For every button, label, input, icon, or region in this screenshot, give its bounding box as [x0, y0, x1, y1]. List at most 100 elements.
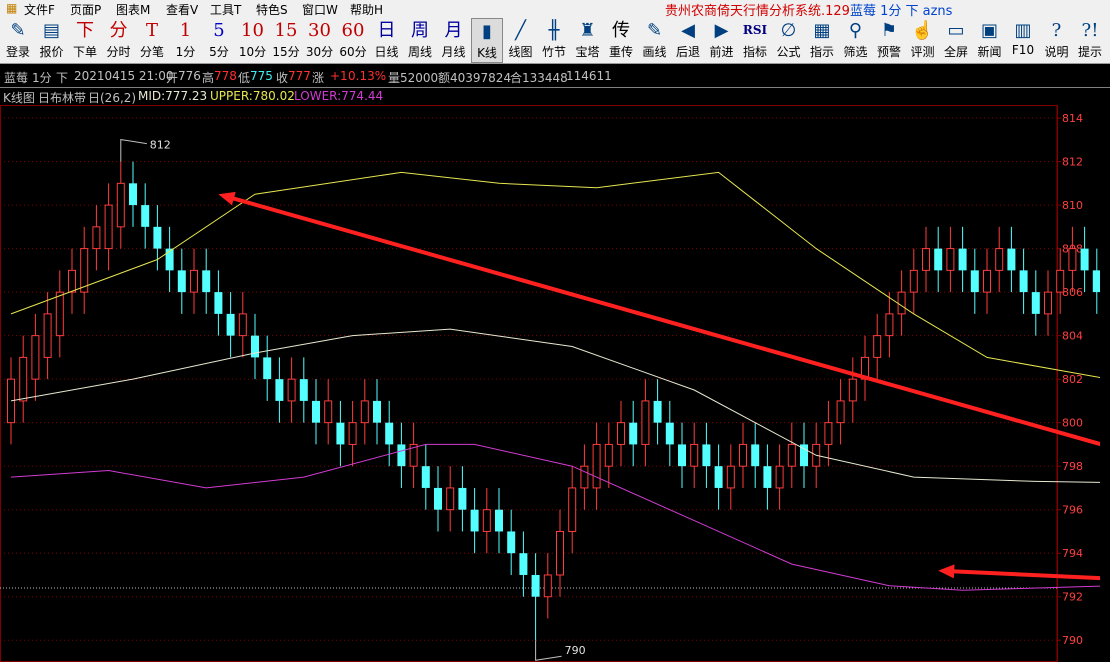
candle-body-up	[1068, 248, 1077, 271]
toolbar-f10-button[interactable]: ▥ F10	[1007, 18, 1039, 63]
y-tick-label: 794	[1062, 547, 1083, 560]
menu-page[interactable]: 页面P	[70, 1, 101, 18]
candle-body-down	[214, 292, 223, 314]
legend-kline[interactable]: K线图	[3, 89, 35, 106]
toolbar-news-button[interactable]: ▣ 新闻	[974, 18, 1006, 63]
toolbar-quote-button[interactable]: ▤ 报价	[36, 18, 68, 63]
candle-body-down	[970, 270, 979, 293]
max-price-label: 812	[150, 139, 171, 152]
info-name: 蓝莓	[4, 71, 29, 85]
menu-view[interactable]: 查看V	[166, 1, 198, 18]
candle-body-down	[1092, 270, 1100, 293]
candle-body-up	[55, 291, 64, 337]
candle-body-up	[43, 313, 52, 358]
toolbar-evaluate-button[interactable]: ☝ 评测	[907, 18, 939, 63]
quote-icon: ▤	[42, 20, 60, 41]
toolbar-linechart-button[interactable]: ╱ 线图	[505, 18, 537, 63]
candle-body-up	[1056, 269, 1065, 293]
candle-body-down	[1007, 248, 1016, 271]
legend-boll[interactable]: 日布林带	[38, 89, 86, 106]
toolbar-monthly-button[interactable]: 月月线	[438, 18, 470, 63]
info-open-label: 开	[166, 71, 179, 85]
toolbar-filter-button[interactable]: ⚲ 筛选	[840, 18, 872, 63]
menu-chart[interactable]: 图表M	[116, 1, 150, 18]
toolbar-order-button[interactable]: 下下单	[69, 18, 101, 63]
candle-body-up	[568, 487, 577, 532]
y-tick-label: 796	[1062, 504, 1083, 517]
toolbar-alert-button[interactable]: ⚑ 预警	[873, 18, 905, 63]
candle-body-up	[556, 530, 564, 576]
candle-body-down	[251, 335, 259, 358]
1min-icon: 1	[179, 20, 192, 41]
toolbar-timeshare-button[interactable]: 分分时	[103, 18, 135, 63]
candle-body-up	[641, 400, 650, 445]
toolbar-10min-button[interactable]: 10 10分	[237, 18, 269, 63]
y-tick-label: 798	[1062, 460, 1083, 473]
toolbar-kline-button[interactable]: ▮ K线	[471, 18, 503, 63]
candle-body-down	[629, 422, 638, 445]
toolbar-formula-button[interactable]: ∅ 公式	[773, 18, 805, 63]
10min-icon: 10	[241, 20, 264, 41]
candle-body-up	[19, 356, 28, 402]
candle-body-down	[763, 466, 772, 488]
info-open: 776	[178, 69, 201, 83]
toolbar-daily-button[interactable]: 日日线	[371, 18, 403, 63]
toolbar-indicator-button[interactable]: RSI 指标	[739, 18, 771, 63]
menu-special[interactable]: 特色S	[256, 1, 288, 18]
toolbar-15min-button[interactable]: 15 15分	[270, 18, 302, 63]
toolbar-forward-label: 前进	[709, 45, 734, 59]
candle-body-up	[983, 269, 991, 293]
tower-icon: ♜	[579, 20, 596, 41]
menu-tools[interactable]: 工具T	[210, 1, 241, 18]
toolbar-back-button[interactable]: ◀ 后退	[672, 18, 704, 63]
candle-body-up	[873, 335, 882, 358]
candle-body-up	[348, 422, 357, 445]
toolbar-draw-button[interactable]: ✎ 画线	[639, 18, 671, 63]
resend-icon: 传	[612, 20, 630, 41]
toolbar-30min-button[interactable]: 30 30分	[304, 18, 336, 63]
info-high-label: 高	[202, 71, 215, 85]
toolbar-forward-button[interactable]: ▶ 前进	[706, 18, 738, 63]
candle-body-down	[336, 422, 345, 445]
y-tick-label: 792	[1062, 591, 1083, 604]
candle-body-up	[922, 248, 930, 271]
menu-window[interactable]: 窗口W	[302, 1, 338, 18]
menu-help[interactable]: 帮助H	[350, 1, 383, 18]
candle-body-up	[604, 443, 613, 467]
fullscreen-icon: ▭	[947, 20, 965, 41]
toolbar-quote-label: 报价	[39, 45, 64, 59]
candle-body-up	[580, 465, 589, 489]
toolbar-news-label: 新闻	[977, 45, 1002, 59]
toolbar-fullscreen-button[interactable]: ▭ 全屏	[940, 18, 972, 63]
toolbar-indicator-label: 指标	[742, 45, 767, 59]
candle-body-up	[824, 422, 833, 445]
toolbar-bamboo-button[interactable]: ╫ 竹节	[538, 18, 570, 63]
candle-body-down	[531, 574, 540, 597]
toolbar-tick-button[interactable]: T 分笔	[136, 18, 168, 63]
toolbar-tips-label: 提示	[1077, 45, 1102, 59]
toolbar-15min-label: 15分	[272, 45, 300, 59]
menu-file[interactable]: 文件F	[24, 1, 55, 18]
toolbar-resend-button[interactable]: 传重传	[605, 18, 637, 63]
y-tick-label: 802	[1062, 373, 1083, 386]
candle-body-down	[458, 487, 467, 510]
toolbar-back-label: 后退	[675, 45, 700, 59]
toolbar-explain-button[interactable]: ? 说明	[1041, 18, 1073, 63]
info-change-label: 涨	[312, 71, 325, 85]
toolbar-login-button[interactable]: ✎ 登录	[2, 18, 34, 63]
toolbar-5min-button[interactable]: 5 5分	[203, 18, 235, 63]
candle-body-up	[482, 509, 491, 532]
toolbar-1min-button[interactable]: 1 1分	[170, 18, 202, 63]
toolbar-tower-button[interactable]: ♜ 宝塔	[572, 18, 604, 63]
toolbar-60min-button[interactable]: 60 60分	[337, 18, 369, 63]
alert-icon: ⚑	[880, 20, 898, 41]
toolbar-tips-button[interactable]: ?! 提示	[1074, 18, 1106, 63]
bamboo-icon: ╫	[548, 20, 560, 41]
toolbar-weekly-button[interactable]: 周周线	[404, 18, 436, 63]
app-icon[interactable]: ▦	[6, 1, 17, 15]
toolbar-indicate-button[interactable]: ▦ 指示	[806, 18, 838, 63]
kline-chart[interactable]: 8148128108088068048028007987967947927908…	[0, 105, 1100, 662]
candle-body-up	[848, 378, 857, 402]
toolbar-fullscreen-label: 全屏	[943, 45, 968, 59]
indicate-icon: ▦	[813, 20, 831, 41]
